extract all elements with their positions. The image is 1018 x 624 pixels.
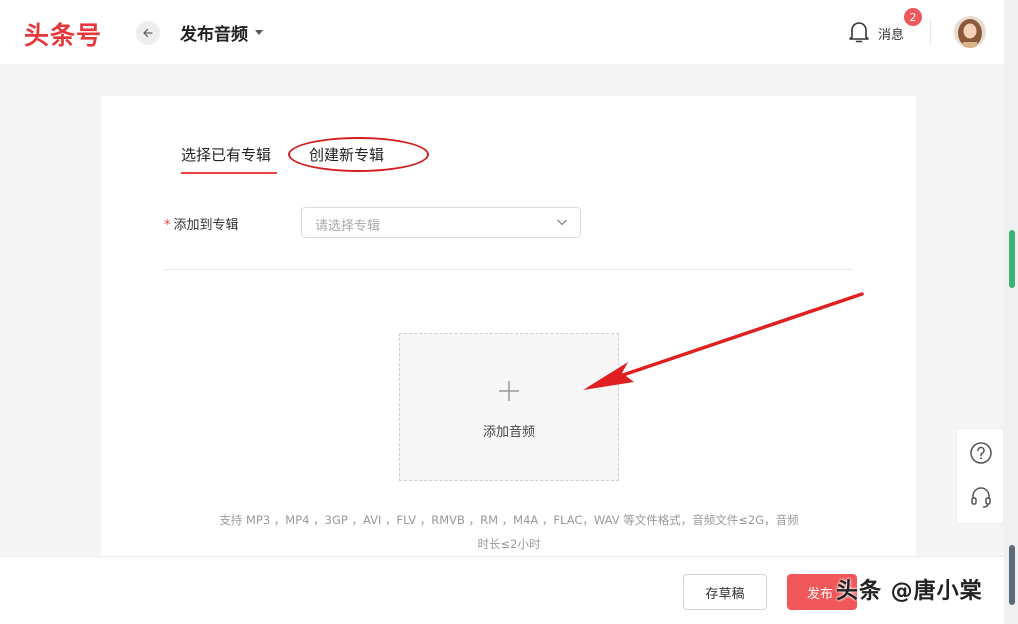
top-bar: 头条号 发布音频 2 消息 — [0, 0, 1004, 64]
add-audio-button[interactable]: 添加音频 — [399, 333, 619, 481]
album-select[interactable]: 请选择专辑 — [301, 207, 581, 238]
watermark: 头条 @唐小棠 — [836, 579, 983, 604]
scrollbar-thumb-secondary[interactable] — [1009, 545, 1015, 605]
customer-service-icon[interactable] — [969, 485, 993, 509]
album-field-label: * 添加到专辑 — [164, 214, 239, 233]
save-draft-button[interactable]: 存草稿 — [683, 574, 767, 610]
album-label-text: 添加到专辑 — [173, 218, 239, 233]
help-panel — [956, 428, 1004, 524]
plus-icon — [499, 381, 519, 401]
avatar-image — [954, 16, 986, 48]
annotation-ellipse — [288, 137, 429, 172]
add-audio-label: 添加音频 — [482, 425, 535, 440]
upload-format-hint: 支持 MP3 ，MP4 ，3GP ，AVI ，FLV ，RMVB ，RM ，M4… — [164, 508, 854, 556]
notification-badge: 2 — [904, 8, 922, 26]
content-card — [101, 96, 916, 566]
help-icon[interactable] — [969, 441, 993, 465]
bell-icon[interactable] — [848, 20, 870, 44]
back-button[interactable] — [136, 21, 160, 45]
avatar[interactable] — [954, 16, 986, 48]
scrollbar-thumb[interactable] — [1009, 230, 1015, 288]
arrow-left-icon — [143, 28, 153, 38]
tab-select-existing-album[interactable]: 选择已有专辑 — [181, 144, 271, 165]
logo[interactable]: 头条号 — [24, 16, 102, 52]
required-mark: * — [164, 218, 171, 233]
album-select-placeholder: 请选择专辑 — [315, 219, 381, 234]
scrollbar-track[interactable] — [1004, 0, 1018, 624]
hint-line-1: 支持 MP3 ，MP4 ，3GP ，AVI ，FLV ，RMVB ，RM ，M4… — [219, 513, 799, 527]
messages-link[interactable]: 消息 — [878, 24, 904, 43]
header-divider — [930, 20, 931, 44]
active-tab-indicator — [181, 172, 277, 174]
page-title: 发布音频 — [180, 25, 248, 45]
section-divider — [164, 269, 853, 270]
chevron-down-icon — [557, 219, 567, 226]
page-title-dropdown[interactable]: 发布音频 — [180, 20, 263, 45]
caret-down-icon — [255, 30, 263, 35]
hint-line-2: 时长≤2小时 — [477, 537, 541, 551]
